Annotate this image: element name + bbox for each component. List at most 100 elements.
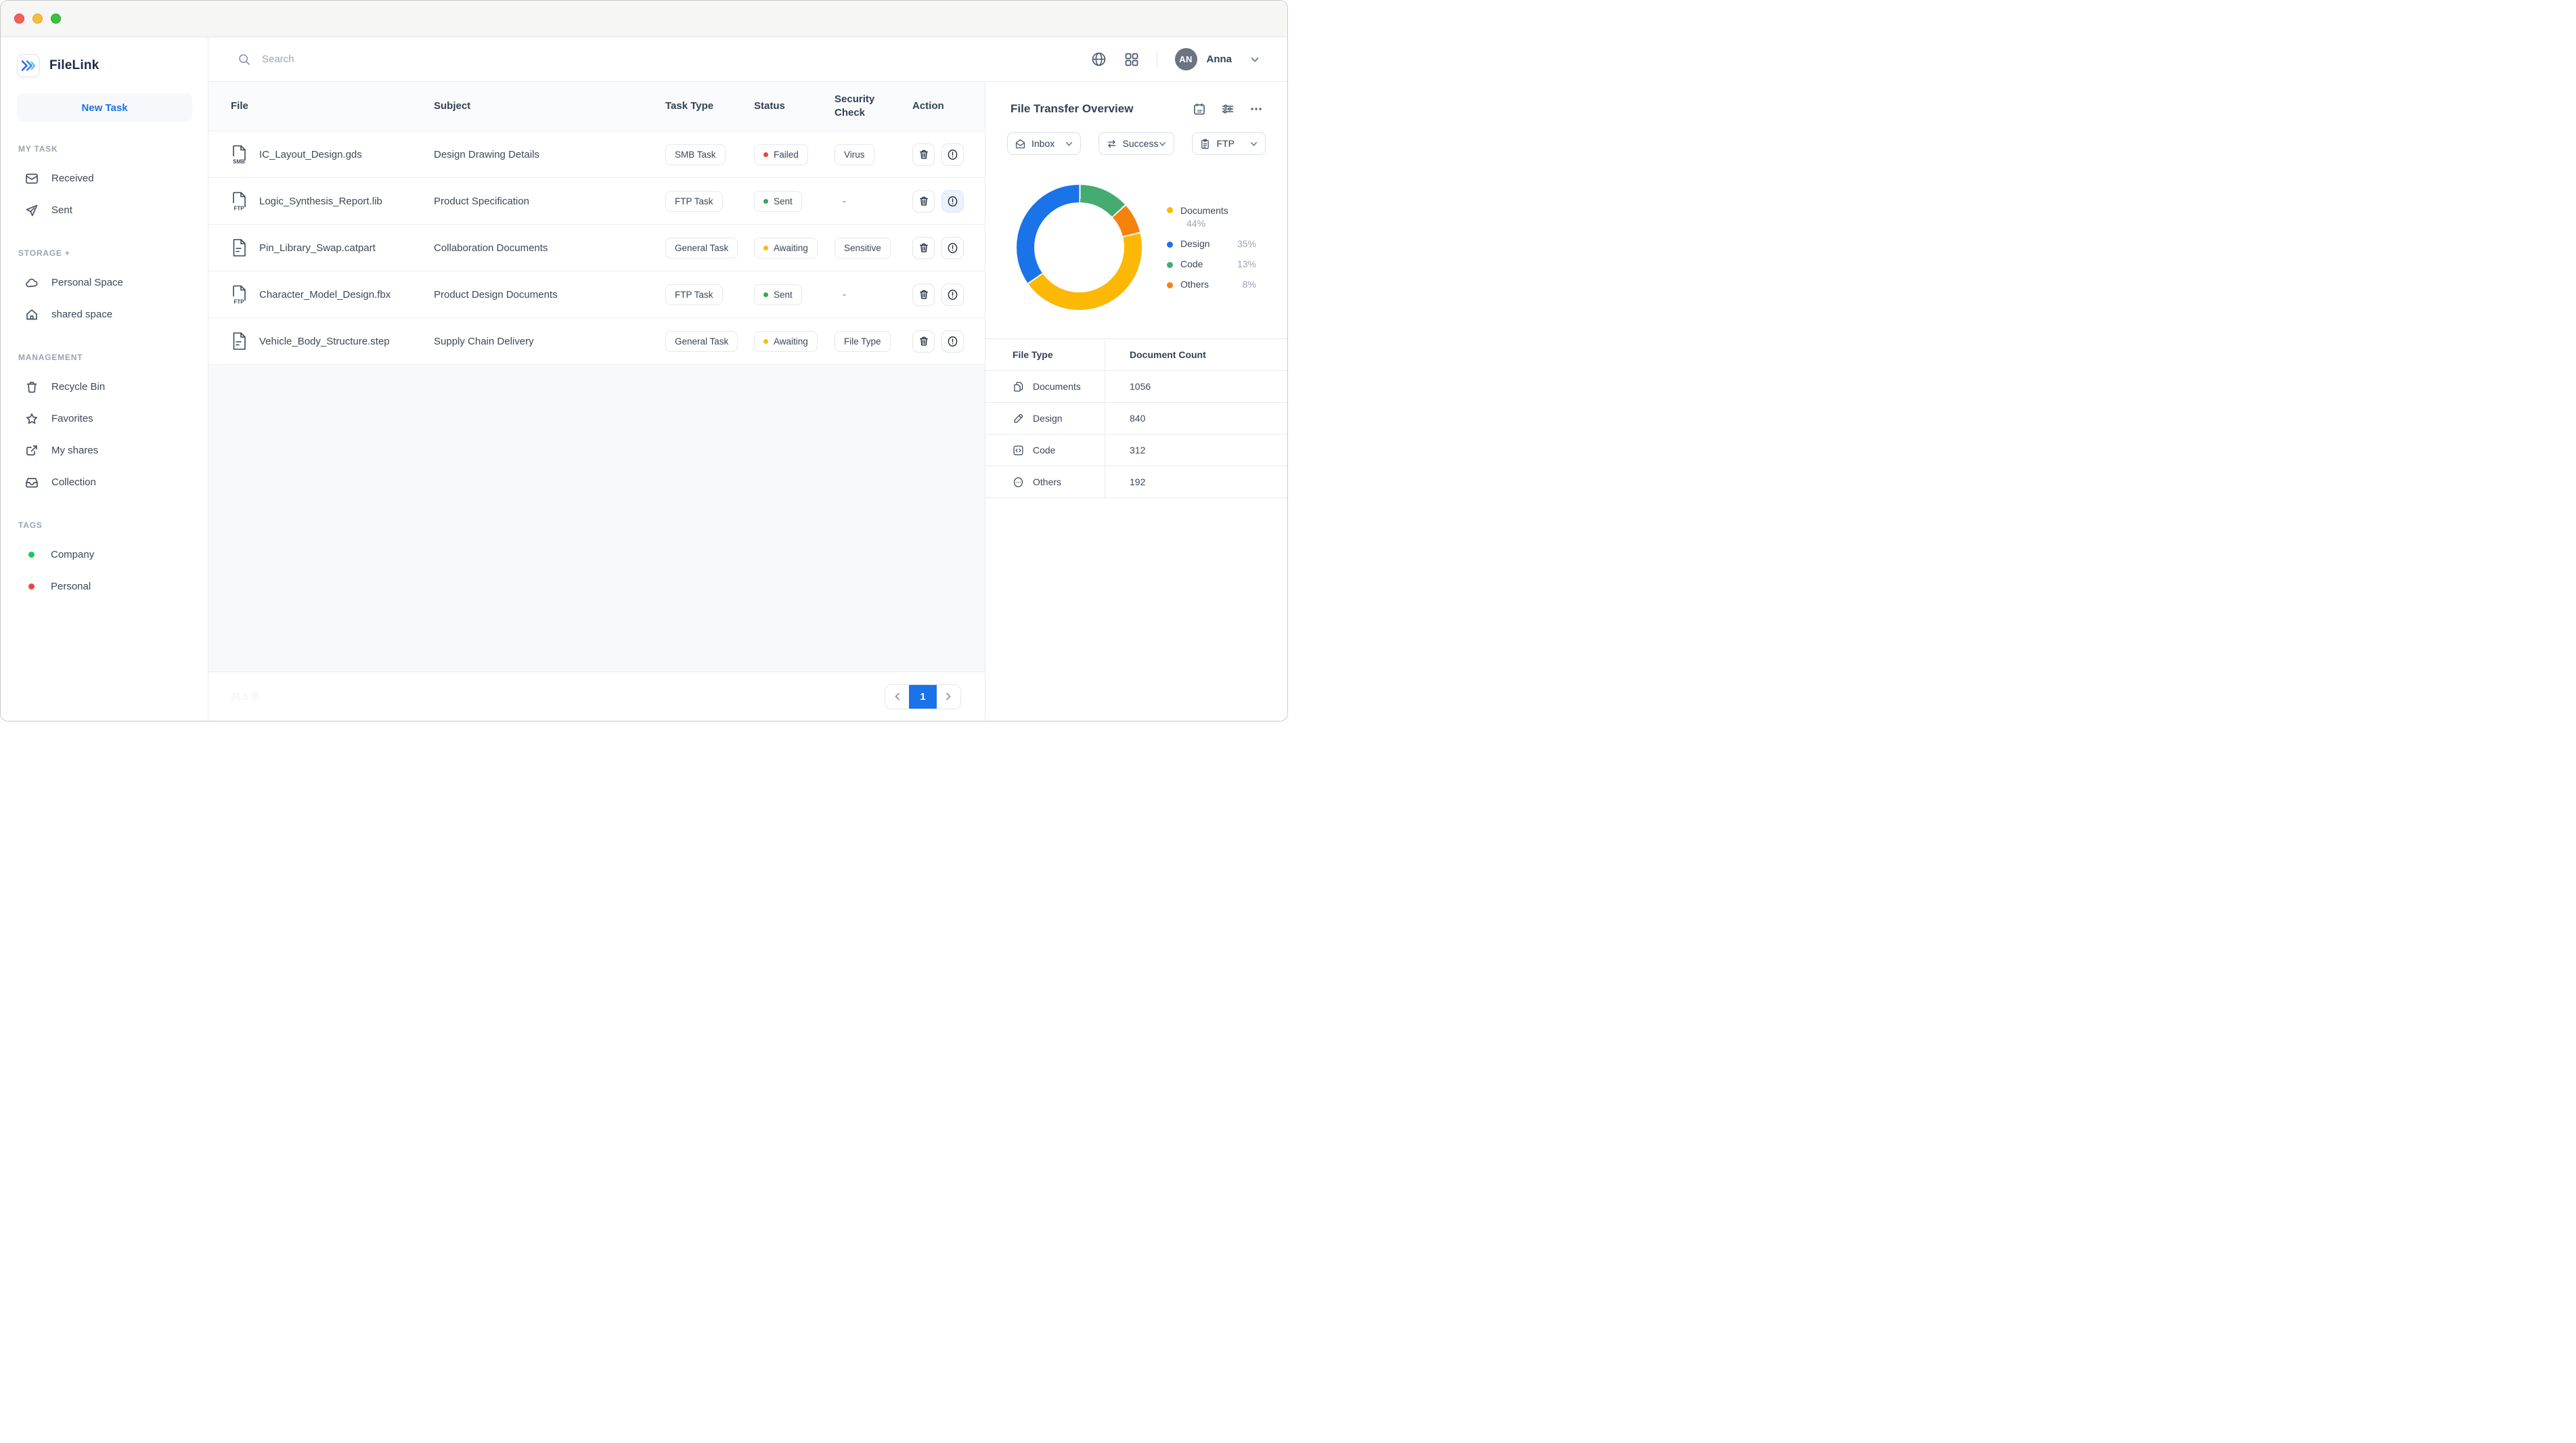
- legend-item-documents: Documents 44%: [1167, 205, 1256, 229]
- documents-pages-icon: [1013, 381, 1024, 393]
- panel-title: File Transfer Overview: [1011, 102, 1133, 116]
- delete-button[interactable]: [912, 237, 935, 259]
- delete-button[interactable]: [912, 143, 935, 166]
- chevron-down-icon: [1158, 139, 1167, 148]
- minimize-window-button[interactable]: [32, 14, 43, 24]
- prev-page-button[interactable]: [885, 685, 909, 709]
- svg-text:FTP: FTP: [234, 206, 245, 212]
- alert-circle-icon: [947, 289, 958, 301]
- task-type-badge: General Task: [665, 238, 738, 259]
- sidebar-item-label: Recycle Bin: [51, 381, 105, 393]
- sidebar-item-label: My shares: [51, 445, 98, 456]
- col-header-document-count: Document Count: [1130, 349, 1206, 360]
- avatar[interactable]: AN: [1175, 48, 1197, 70]
- info-button[interactable]: [941, 330, 964, 353]
- app-window: FileLink New Task MY TASK Received Sent: [0, 0, 1288, 722]
- globe-icon[interactable]: [1091, 51, 1107, 67]
- file-name[interactable]: Character_Model_Design.fbx: [259, 289, 391, 301]
- sidebar-tag-personal[interactable]: Personal: [17, 571, 192, 602]
- file-name[interactable]: Logic_Synthesis_Report.lib: [259, 196, 382, 207]
- current-page[interactable]: 1: [909, 685, 936, 709]
- sidebar-item-recycle-bin[interactable]: Recycle Bin: [17, 371, 192, 403]
- delete-button[interactable]: [912, 190, 935, 213]
- sidebar-item-label: Personal Space: [51, 277, 123, 288]
- info-button[interactable]: [941, 237, 964, 259]
- sidebar-tag-company[interactable]: Company: [17, 539, 192, 571]
- donut-chart-block: Documents 44% Design 35%: [985, 185, 1287, 310]
- file-name[interactable]: Vehicle_Body_Structure.step: [259, 336, 390, 347]
- share-icon: [25, 444, 39, 458]
- sidebar-item-received[interactable]: Received: [17, 162, 192, 194]
- info-button[interactable]: [941, 284, 964, 306]
- trash-icon: [918, 196, 929, 206]
- brand: FileLink: [17, 54, 192, 77]
- close-window-button[interactable]: [14, 14, 24, 24]
- file-type-row: Others 192: [985, 466, 1287, 498]
- alert-circle-icon: [947, 242, 958, 254]
- task-type-badge: FTP Task: [665, 191, 723, 212]
- table-row: Vehicle_Body_Structure.step Supply Chain…: [208, 318, 985, 365]
- chevron-down-icon[interactable]: [1249, 54, 1260, 65]
- delete-button[interactable]: [912, 330, 935, 353]
- calendar-icon[interactable]: [1193, 102, 1206, 116]
- table-row: SMB IC_Layout_Design.gds Design Drawing …: [208, 131, 985, 178]
- file-name[interactable]: Pin_Library_Swap.catpart: [259, 242, 376, 254]
- subject: Collaboration Documents: [434, 242, 665, 254]
- mail-icon: [25, 172, 39, 185]
- section-label: TAGS: [18, 520, 192, 530]
- next-page-button[interactable]: [937, 685, 960, 709]
- sidebar-item-my-shares[interactable]: My shares: [17, 435, 192, 466]
- sidebar-item-shared-space[interactable]: shared space: [17, 298, 192, 330]
- user-name: Anna: [1207, 53, 1233, 65]
- search-input[interactable]: [262, 53, 546, 65]
- security-badge: File Type: [835, 331, 891, 352]
- status-dot: [763, 292, 768, 297]
- archive-tray-icon: [25, 476, 39, 489]
- search-icon: [238, 53, 251, 66]
- subject: Design Drawing Details: [434, 149, 665, 160]
- clipboard-doc-icon: [1199, 138, 1211, 150]
- subject: Product Specification: [434, 196, 665, 207]
- sidebar-item-favorites[interactable]: Favorites: [17, 403, 192, 435]
- table-row: FTP Logic_Synthesis_Report.lib Product S…: [208, 178, 985, 225]
- more-options-icon[interactable]: [1249, 102, 1263, 116]
- apps-grid-icon[interactable]: [1124, 52, 1139, 67]
- inbox-envelope-icon: [1015, 138, 1026, 150]
- task-type-badge: SMB Task: [665, 144, 726, 165]
- chevron-down-icon: [1249, 139, 1258, 148]
- file-doc-icon: [231, 331, 248, 351]
- subject: Supply Chain Delivery: [434, 336, 665, 347]
- task-type-badge: General Task: [665, 331, 738, 352]
- sidebar-item-label: Collection: [51, 476, 96, 488]
- others-ellipsis-circle-icon: [1013, 476, 1024, 488]
- security-badge: Virus: [835, 144, 874, 165]
- col-header-security-check: Security Check: [835, 93, 912, 120]
- info-button[interactable]: [941, 190, 964, 213]
- alert-circle-icon: [947, 196, 958, 207]
- status-filter-dropdown[interactable]: Success: [1098, 132, 1175, 155]
- info-button[interactable]: [941, 143, 964, 166]
- protocol-filter-dropdown[interactable]: FTP: [1192, 132, 1266, 155]
- trash-icon: [918, 149, 929, 160]
- home-icon: [25, 308, 39, 321]
- file-name[interactable]: IC_Layout_Design.gds: [259, 149, 362, 160]
- new-task-button[interactable]: New Task: [17, 93, 192, 122]
- sidebar-item-collection[interactable]: Collection: [17, 466, 192, 498]
- trash-icon: [918, 336, 929, 347]
- sidebar-item-sent[interactable]: Sent: [17, 194, 192, 226]
- col-header-file-type: File Type: [1013, 349, 1053, 360]
- tag-label: Personal: [51, 581, 91, 592]
- delete-button[interactable]: [912, 284, 935, 306]
- section-management: MANAGEMENT Recycle Bin Favorites My shar…: [17, 353, 192, 498]
- sidebar-item-personal-space[interactable]: Personal Space: [17, 267, 192, 298]
- zoom-window-button[interactable]: [51, 14, 61, 24]
- filelink-logo-icon: [17, 54, 40, 77]
- filter-sliders-icon[interactable]: [1221, 102, 1235, 116]
- sidebar: FileLink New Task MY TASK Received Sent: [1, 37, 208, 721]
- col-header-action: Action: [912, 99, 985, 113]
- inbox-filter-dropdown[interactable]: Inbox: [1007, 132, 1081, 155]
- legend-dot: [1167, 282, 1173, 288]
- svg-text:FTP: FTP: [234, 299, 245, 305]
- col-header-task-type: Task Type: [665, 99, 754, 113]
- section-storage: STORAGE + Personal Space shared space: [17, 248, 192, 330]
